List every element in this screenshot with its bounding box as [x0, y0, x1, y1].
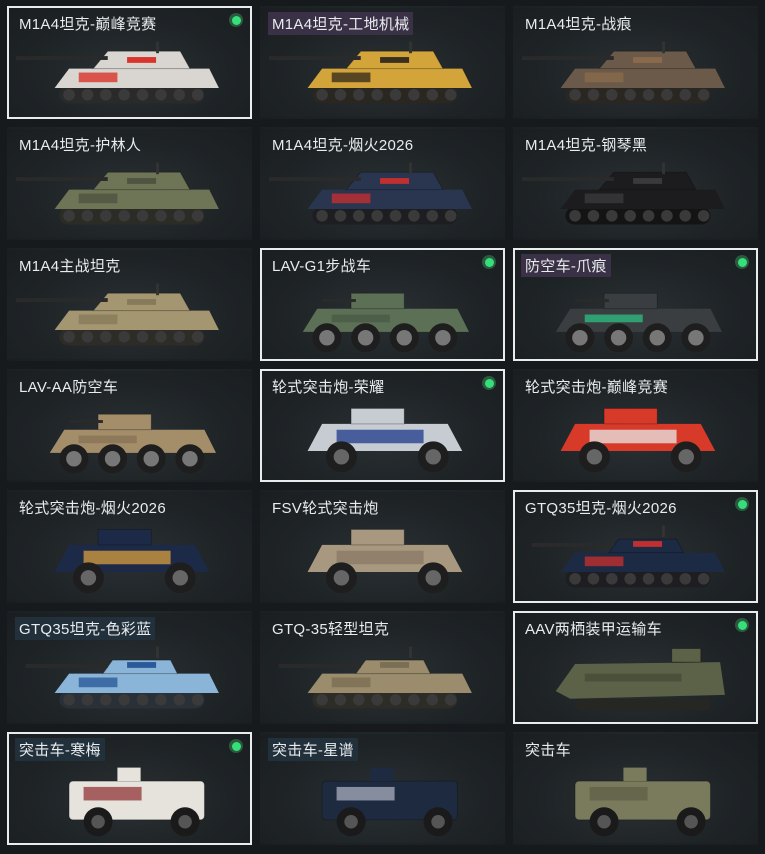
vehicle-image: [15, 162, 219, 225]
equipped-indicator-icon: [482, 376, 496, 390]
vehicle-card[interactable]: AAV两栖装甲运输车: [513, 611, 758, 724]
vehicle-image: [307, 407, 463, 473]
equipped-indicator-icon: [735, 618, 749, 632]
vehicle-image: [68, 767, 205, 837]
vehicle-card[interactable]: M1A4坦克-战痕: [513, 6, 758, 119]
vehicle-image: [560, 407, 716, 473]
vehicle-image: [49, 413, 217, 474]
vehicle-card[interactable]: 轮式突击炮-巅峰竞赛: [513, 369, 758, 482]
vehicle-card[interactable]: 突击车-星谱: [260, 732, 505, 845]
equipped-indicator-icon: [735, 497, 749, 511]
vehicle-card[interactable]: GTQ35坦克-烟火2026: [513, 490, 758, 603]
vehicle-card[interactable]: LAV-AA防空车: [7, 369, 252, 482]
vehicle-image: [15, 41, 219, 104]
vehicle-card[interactable]: 轮式突击炮-烟火2026: [7, 490, 252, 603]
vehicle-skin-grid: M1A4坦克-巅峰竞赛 M1A4坦克-工地机械 M1A4坦克-战痕 M1A4坦克-护林…: [0, 0, 765, 854]
vehicle-image: [574, 767, 711, 837]
vehicle-image: [555, 292, 723, 353]
vehicle-card[interactable]: 突击车: [513, 732, 758, 845]
vehicle-card[interactable]: GTQ-35轻型坦克: [260, 611, 505, 724]
vehicle-image: [15, 283, 219, 346]
vehicle-image: [302, 292, 470, 353]
equipped-indicator-icon: [229, 13, 243, 27]
vehicle-image: [25, 646, 219, 709]
vehicle-image: [555, 648, 725, 711]
vehicle-card[interactable]: M1A4坦克-巅峰竞赛: [7, 6, 252, 119]
vehicle-card[interactable]: GTQ35坦克-色彩蓝: [7, 611, 252, 724]
vehicle-card[interactable]: M1A4主战坦克: [7, 248, 252, 361]
vehicle-card[interactable]: FSV轮式突击炮: [260, 490, 505, 603]
vehicle-card[interactable]: M1A4坦克-烟火2026: [260, 127, 505, 240]
vehicle-image: [307, 528, 463, 594]
vehicle-image: [321, 767, 458, 837]
vehicle-image: [521, 41, 725, 104]
vehicle-image: [531, 525, 725, 588]
vehicle-card[interactable]: M1A4坦克-钢琴黑: [513, 127, 758, 240]
vehicle-card[interactable]: M1A4坦克-工地机械: [260, 6, 505, 119]
vehicle-card[interactable]: M1A4坦克-护林人: [7, 127, 252, 240]
equipped-indicator-icon: [482, 255, 496, 269]
vehicle-card[interactable]: 突击车-寒梅: [7, 732, 252, 845]
vehicle-card[interactable]: 防空车-爪痕: [513, 248, 758, 361]
vehicle-image: [521, 162, 725, 225]
vehicle-image: [268, 41, 472, 104]
vehicle-card[interactable]: LAV-G1步战车: [260, 248, 505, 361]
equipped-indicator-icon: [735, 255, 749, 269]
vehicle-card[interactable]: 轮式突击炮-荣耀: [260, 369, 505, 482]
vehicle-image: [278, 646, 472, 709]
vehicle-image: [268, 162, 472, 225]
equipped-indicator-icon: [229, 739, 243, 753]
vehicle-image: [54, 528, 210, 594]
